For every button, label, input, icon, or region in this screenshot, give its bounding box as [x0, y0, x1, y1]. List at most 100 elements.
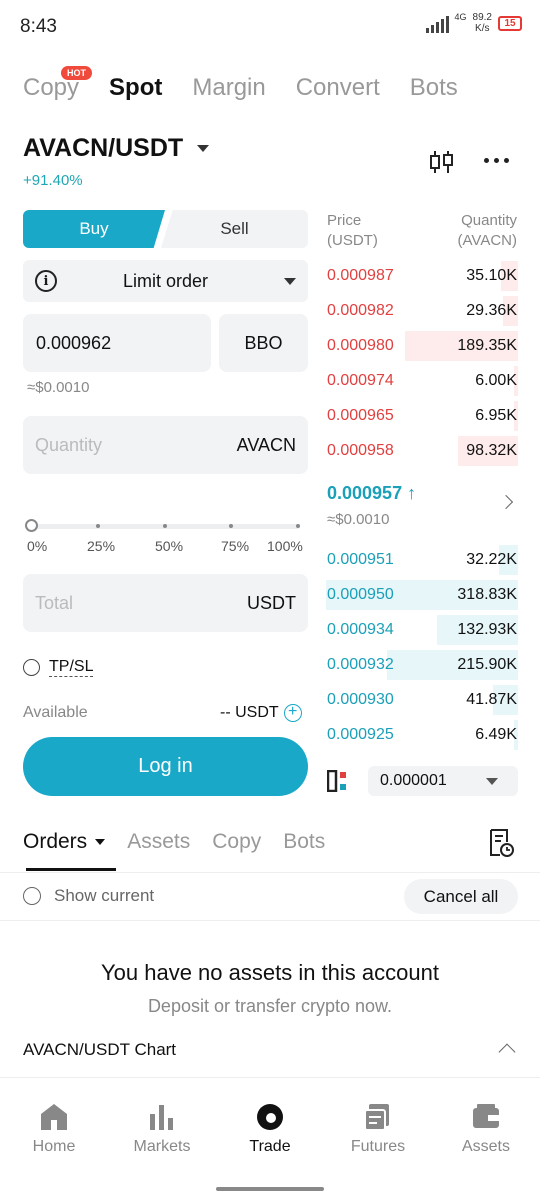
home-icon — [41, 1104, 67, 1130]
nav-markets[interactable]: Markets — [112, 1090, 212, 1156]
nav-assets[interactable]: Assets — [436, 1090, 536, 1156]
network-speed: 89.2 K/s — [472, 12, 492, 34]
nav-futures[interactable]: Futures — [328, 1090, 428, 1156]
empty-state-subtitle: Deposit or transfer crypto now. — [147, 996, 393, 1016]
bid-row[interactable]: 0.000950 318.83K — [326, 580, 518, 610]
quantity-unit: AVACN — [236, 435, 296, 455]
chevron-right-icon[interactable] — [498, 494, 514, 510]
divider — [0, 1077, 540, 1078]
bid-row[interactable]: 0.000932 215.90K — [326, 650, 518, 680]
quantity-placeholder: Quantity — [35, 435, 103, 455]
depth-view-icon[interactable] — [327, 770, 349, 792]
ask-row[interactable]: 0.000987 35.10K — [326, 261, 518, 291]
tpsl-label: TP/SL — [49, 658, 94, 677]
slider-labels: 0% 25% 50% 75% 100% — [27, 538, 312, 556]
sell-tab[interactable]: Sell — [161, 210, 308, 248]
ask-row[interactable]: 0.000982 29.36K — [326, 296, 518, 326]
tab-orders[interactable]: Orders — [23, 830, 106, 854]
tab-margin[interactable]: Margin — [192, 74, 265, 102]
slider-label[interactable]: 75% — [221, 538, 249, 554]
divider — [0, 920, 540, 921]
total-unit: USDT — [247, 593, 296, 613]
bottom-nav: Home Markets Trade Futures Assets — [0, 1090, 540, 1170]
total-input[interactable]: Total USDT — [23, 574, 308, 632]
login-button[interactable]: Log in — [23, 737, 308, 796]
candlestick-chart-icon[interactable] — [428, 148, 456, 176]
caret-down-icon — [486, 778, 498, 785]
tab-spot[interactable]: Spot — [109, 74, 162, 102]
buy-sell-toggle: Buy Sell — [23, 210, 308, 248]
divider — [0, 872, 540, 873]
ask-row[interactable]: 0.000958 98.32K — [326, 436, 518, 466]
orders-tabs: Orders Assets Copy Bots — [23, 830, 347, 854]
amount-slider[interactable] — [23, 518, 308, 536]
order-history-icon[interactable] — [487, 828, 515, 858]
more-options-icon[interactable] — [484, 158, 509, 163]
top-tabs: Copy HOT Spot Margin Convert Bots — [23, 66, 488, 102]
ask-row[interactable]: 0.000980 189.35K — [326, 331, 518, 361]
nav-trade[interactable]: Trade — [220, 1090, 320, 1156]
orderbook-qty-header: Quantity (AVACN) — [457, 212, 517, 249]
order-type-select[interactable]: i Limit order — [23, 260, 308, 302]
hot-badge: HOT — [61, 66, 92, 80]
bid-row[interactable]: 0.000934 132.93K — [326, 615, 518, 645]
active-tab-underline — [26, 868, 116, 871]
caret-down-icon — [197, 145, 210, 152]
radio-icon[interactable] — [23, 887, 41, 905]
add-funds-icon[interactable]: + — [283, 704, 302, 722]
radio-icon[interactable] — [23, 659, 40, 676]
last-price-approx: ≈$0.0010 — [327, 511, 390, 528]
bid-row[interactable]: 0.000951 32.22K — [326, 545, 518, 575]
buy-tab[interactable]: Buy — [23, 210, 165, 248]
trade-icon — [254, 1101, 283, 1130]
status-bar: 8:43 4G 89.2 K/s 15 — [0, 0, 540, 56]
chevron-up-icon[interactable] — [498, 1043, 516, 1061]
price-input[interactable]: 0.000962 — [23, 314, 211, 372]
empty-state-title: You have no assets in this account — [101, 960, 439, 985]
tab-bots[interactable]: Bots — [410, 74, 458, 102]
available-label: Available — [23, 704, 88, 721]
status-time: 8:43 — [20, 16, 57, 37]
ask-row[interactable]: 0.000974 6.00K — [326, 366, 518, 396]
bid-row[interactable]: 0.000925 6.49K — [326, 720, 518, 750]
last-price: 0.000957 ↑ — [327, 483, 417, 503]
slider-label[interactable]: 25% — [87, 538, 115, 554]
tpsl-toggle[interactable]: TP/SL — [23, 658, 94, 677]
pair-chart-toggle[interactable]: AVACN/USDT Chart — [23, 1040, 176, 1060]
slider-tick — [96, 524, 100, 528]
pair-symbol: AVACN/USDT — [23, 134, 184, 162]
home-indicator — [216, 1187, 324, 1191]
slider-tick — [229, 524, 233, 528]
slider-handle[interactable] — [25, 519, 38, 532]
bbo-button[interactable]: BBO — [219, 314, 308, 372]
status-indicators: 4G 89.2 K/s 15 — [425, 12, 522, 34]
caret-down-icon — [284, 278, 296, 285]
pair-selector[interactable]: AVACN/USDT — [23, 134, 210, 163]
nav-home[interactable]: Home — [4, 1090, 104, 1156]
markets-icon — [150, 1105, 173, 1130]
slider-label[interactable]: 100% — [267, 538, 303, 554]
cancel-all-button[interactable]: Cancel all — [404, 879, 518, 914]
show-current-toggle[interactable]: Show current — [23, 886, 154, 906]
futures-icon — [364, 1104, 389, 1131]
tab-copy-orders[interactable]: Copy — [212, 830, 261, 854]
available-balance: -- USDT + — [220, 704, 302, 722]
caret-down-icon — [95, 839, 106, 845]
order-type-label: Limit order — [122, 270, 209, 291]
assets-icon — [473, 1104, 499, 1128]
total-placeholder: Total — [35, 593, 74, 613]
slider-label[interactable]: 50% — [155, 538, 183, 554]
network-type: 4G — [454, 12, 467, 22]
ask-row[interactable]: 0.000965 6.95K — [326, 401, 518, 431]
tab-copy[interactable]: Copy HOT — [23, 66, 92, 102]
tab-bots-orders[interactable]: Bots — [283, 830, 325, 854]
precision-select[interactable]: 0.000001 — [368, 766, 518, 796]
slider-label[interactable]: 0% — [27, 538, 47, 554]
tab-assets[interactable]: Assets — [127, 830, 190, 854]
slider-tick — [296, 524, 300, 528]
signal-icon — [425, 13, 449, 33]
quantity-input[interactable]: Quantity AVACN — [23, 416, 308, 474]
slider-tick — [163, 524, 167, 528]
bid-row[interactable]: 0.000930 41.87K — [326, 685, 518, 715]
tab-convert[interactable]: Convert — [296, 74, 380, 102]
